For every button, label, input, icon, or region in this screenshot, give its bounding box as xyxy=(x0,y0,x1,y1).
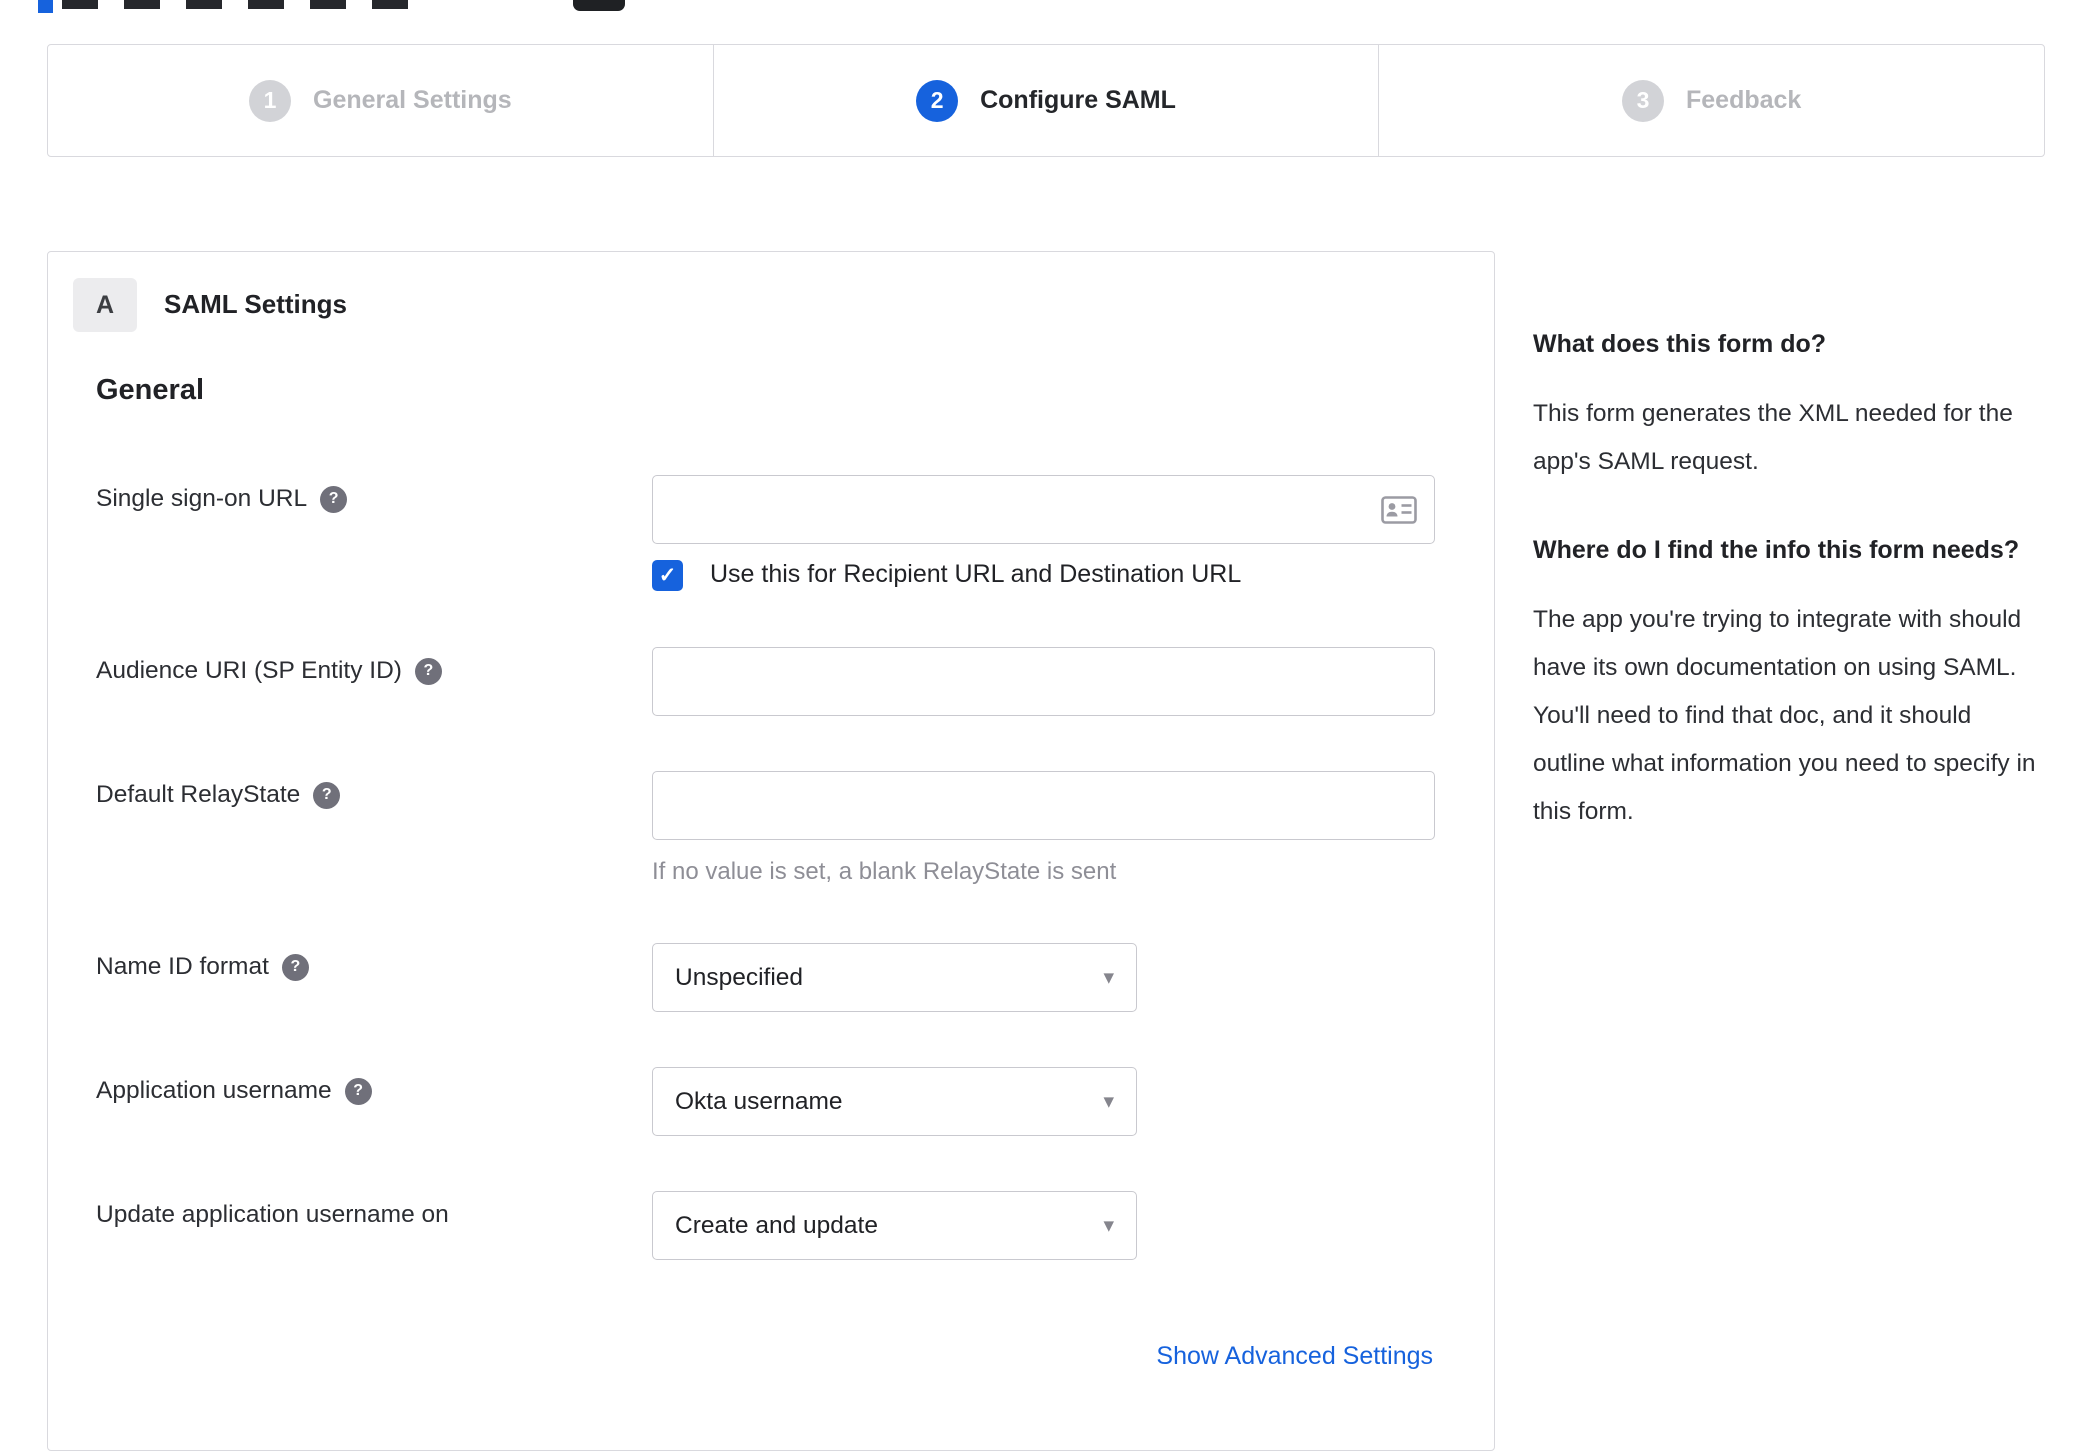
help-sidebar: What does this form do? This form genera… xyxy=(1533,322,2045,878)
chevron-down-icon: ▾ xyxy=(1103,1090,1114,1113)
help-answer-2: The app you're trying to integrate with … xyxy=(1533,606,2036,825)
page-header-fragment-logo xyxy=(38,0,53,13)
step-label: Configure SAML xyxy=(980,86,1176,114)
application-username-select[interactable]: Okta username ▾ xyxy=(652,1067,1137,1136)
use-for-recipient-checkbox[interactable]: ✓ xyxy=(652,560,683,591)
help-icon[interactable]: ? xyxy=(414,657,442,685)
name-id-format-label: Name ID format ? xyxy=(96,951,309,983)
step-label: General Settings xyxy=(313,86,512,114)
chevron-down-icon: ▾ xyxy=(1103,966,1114,989)
update-username-on-label-text: Update application username on xyxy=(96,1201,449,1228)
step-number-badge: 3 xyxy=(1622,79,1664,122)
help-icon[interactable]: ? xyxy=(320,485,348,513)
help-icon[interactable]: ? xyxy=(313,781,341,809)
group-title-general: General xyxy=(96,374,204,406)
saml-settings-panel: A SAML Settings General Single sign-on U… xyxy=(47,251,1495,1451)
step-number-badge: 1 xyxy=(249,79,291,122)
help-icon[interactable]: ? xyxy=(281,953,309,981)
checkmark-icon: ✓ xyxy=(658,564,677,587)
default-relaystate-label-text: Default RelayState xyxy=(96,781,301,808)
step-configure-saml[interactable]: 2 Configure SAML xyxy=(712,45,1379,156)
step-feedback[interactable]: 3 Feedback xyxy=(1378,45,2044,156)
sso-url-input-wrap xyxy=(652,475,1435,544)
default-relaystate-input[interactable] xyxy=(652,771,1435,840)
help-question-1: What does this form do? xyxy=(1533,330,1827,358)
name-id-format-select[interactable]: Unspecified ▾ xyxy=(652,943,1137,1012)
show-advanced-settings-link[interactable]: Show Advanced Settings xyxy=(1156,1342,1433,1371)
sso-url-label: Single sign-on URL ? xyxy=(96,483,348,515)
audience-uri-input[interactable] xyxy=(652,647,1435,716)
step-label: Feedback xyxy=(1686,86,1802,114)
update-username-on-select[interactable]: Create and update ▾ xyxy=(652,1191,1137,1260)
section-badge-a: A xyxy=(73,278,137,332)
audience-uri-label: Audience URI (SP Entity ID) ? xyxy=(96,655,442,687)
step-number-badge: 2 xyxy=(916,79,959,122)
application-username-label: Application username ? xyxy=(96,1075,372,1107)
sso-url-input[interactable] xyxy=(652,475,1435,544)
chevron-down-icon: ▾ xyxy=(1103,1214,1114,1237)
selected-value: Okta username xyxy=(675,1087,843,1115)
use-for-recipient-checkbox-label: Use this for Recipient URL and Destinati… xyxy=(710,560,1242,588)
contact-card-icon xyxy=(1381,496,1417,524)
help-answer-1: This form generates the XML needed for t… xyxy=(1533,400,2013,475)
application-username-label-text: Application username xyxy=(96,1077,332,1104)
sso-url-label-text: Single sign-on URL xyxy=(96,485,308,512)
selected-value: Unspecified xyxy=(675,963,804,991)
page-header-fragment-title xyxy=(62,0,432,9)
update-username-on-label: Update application username on xyxy=(96,1199,449,1231)
step-general-settings[interactable]: 1 General Settings xyxy=(48,45,713,156)
default-relaystate-label: Default RelayState ? xyxy=(96,779,341,811)
help-icon[interactable]: ? xyxy=(344,1077,372,1105)
section-title: SAML Settings xyxy=(164,289,347,319)
name-id-format-label-text: Name ID format xyxy=(96,953,269,980)
audience-uri-label-text: Audience URI (SP Entity ID) xyxy=(96,657,402,684)
wizard-stepper: 1 General Settings 2 Configure SAML 3 Fe… xyxy=(47,44,2045,157)
help-question-2: Where do I find the info this form needs… xyxy=(1533,536,2020,564)
selected-value: Create and update xyxy=(675,1211,878,1239)
page-header-fragment-icon xyxy=(573,0,625,11)
relaystate-helper-text: If no value is set, a blank RelayState i… xyxy=(652,858,1117,885)
